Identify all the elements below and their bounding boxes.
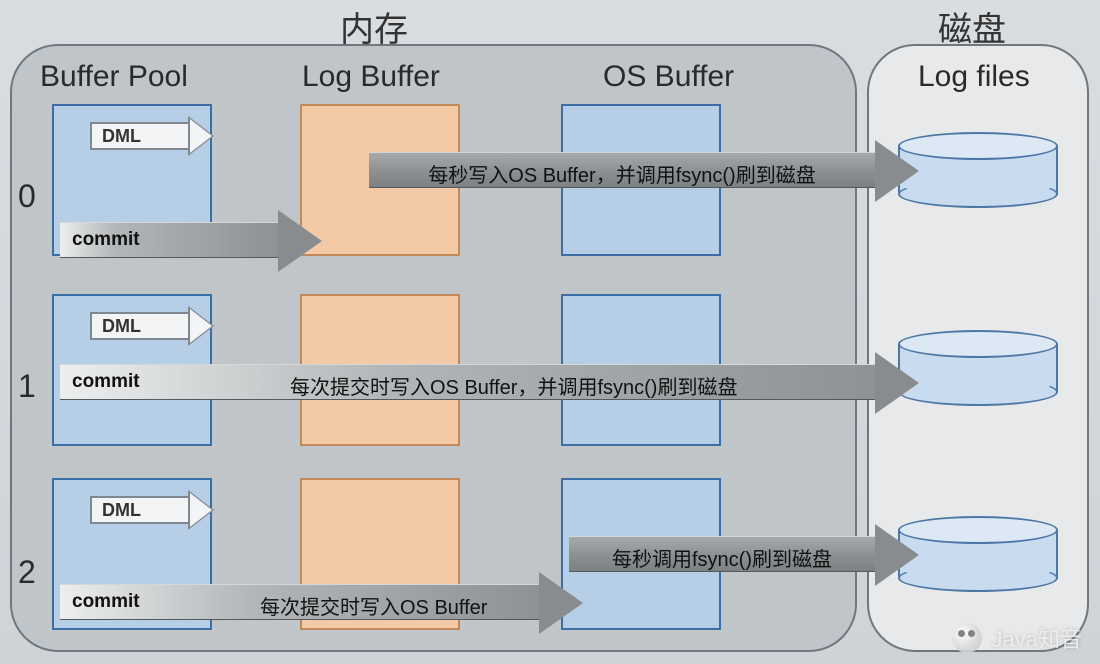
commit-text-2: 每次提交时写入OS Buffer — [260, 591, 539, 620]
arrow-text-0: 每秒写入OS Buffer，并调用fsync()刷到磁盘 — [369, 159, 875, 188]
title-memory: 内存 — [340, 2, 408, 51]
arrow-logbuf-to-disk-0: 每秒写入OS Buffer，并调用fsync()刷到磁盘 — [369, 152, 875, 188]
commit-label-1: commit — [72, 371, 182, 393]
fsync-arrow-2: 每秒调用fsync()刷到磁盘 — [569, 536, 875, 572]
row-label-2: 2 — [18, 554, 36, 591]
log-file-disk-1 — [898, 330, 1058, 406]
watermark: Java知音 — [952, 622, 1082, 654]
log-file-disk-0 — [898, 132, 1058, 208]
row-label-1: 1 — [18, 368, 36, 405]
watermark-text: Java知音 — [992, 622, 1082, 654]
row-label-0: 0 — [18, 178, 36, 215]
dml-label-2: DML — [102, 500, 141, 521]
col-log-files: Log files — [918, 60, 1030, 94]
commit-arrow-0: commit — [60, 222, 278, 258]
dml-arrow-1: DML — [90, 308, 222, 344]
log-file-disk-2 — [898, 516, 1058, 592]
dml-arrow-2: DML — [90, 492, 222, 528]
col-log-buffer: Log Buffer — [302, 60, 440, 94]
arrow-text-1: 每次提交时写入OS Buffer，并调用fsync()刷到磁盘 — [290, 371, 875, 400]
commit-label-2: commit — [72, 591, 182, 613]
col-os-buffer: OS Buffer — [603, 60, 734, 94]
col-buffer-pool: Buffer Pool — [40, 60, 188, 94]
commit-label-0: commit — [72, 229, 278, 251]
fsync-text-2: 每秒调用fsync()刷到磁盘 — [569, 543, 875, 572]
dml-label-1: DML — [102, 316, 141, 337]
wechat-icon — [952, 623, 982, 653]
title-disk: 磁盘 — [938, 2, 1006, 51]
dml-label-0: DML — [102, 126, 141, 147]
commit-arrow-1: commit 每次提交时写入OS Buffer，并调用fsync()刷到磁盘 — [60, 364, 875, 400]
commit-arrow-2: commit 每次提交时写入OS Buffer — [60, 584, 539, 620]
dml-arrow-0: DML — [90, 118, 222, 154]
